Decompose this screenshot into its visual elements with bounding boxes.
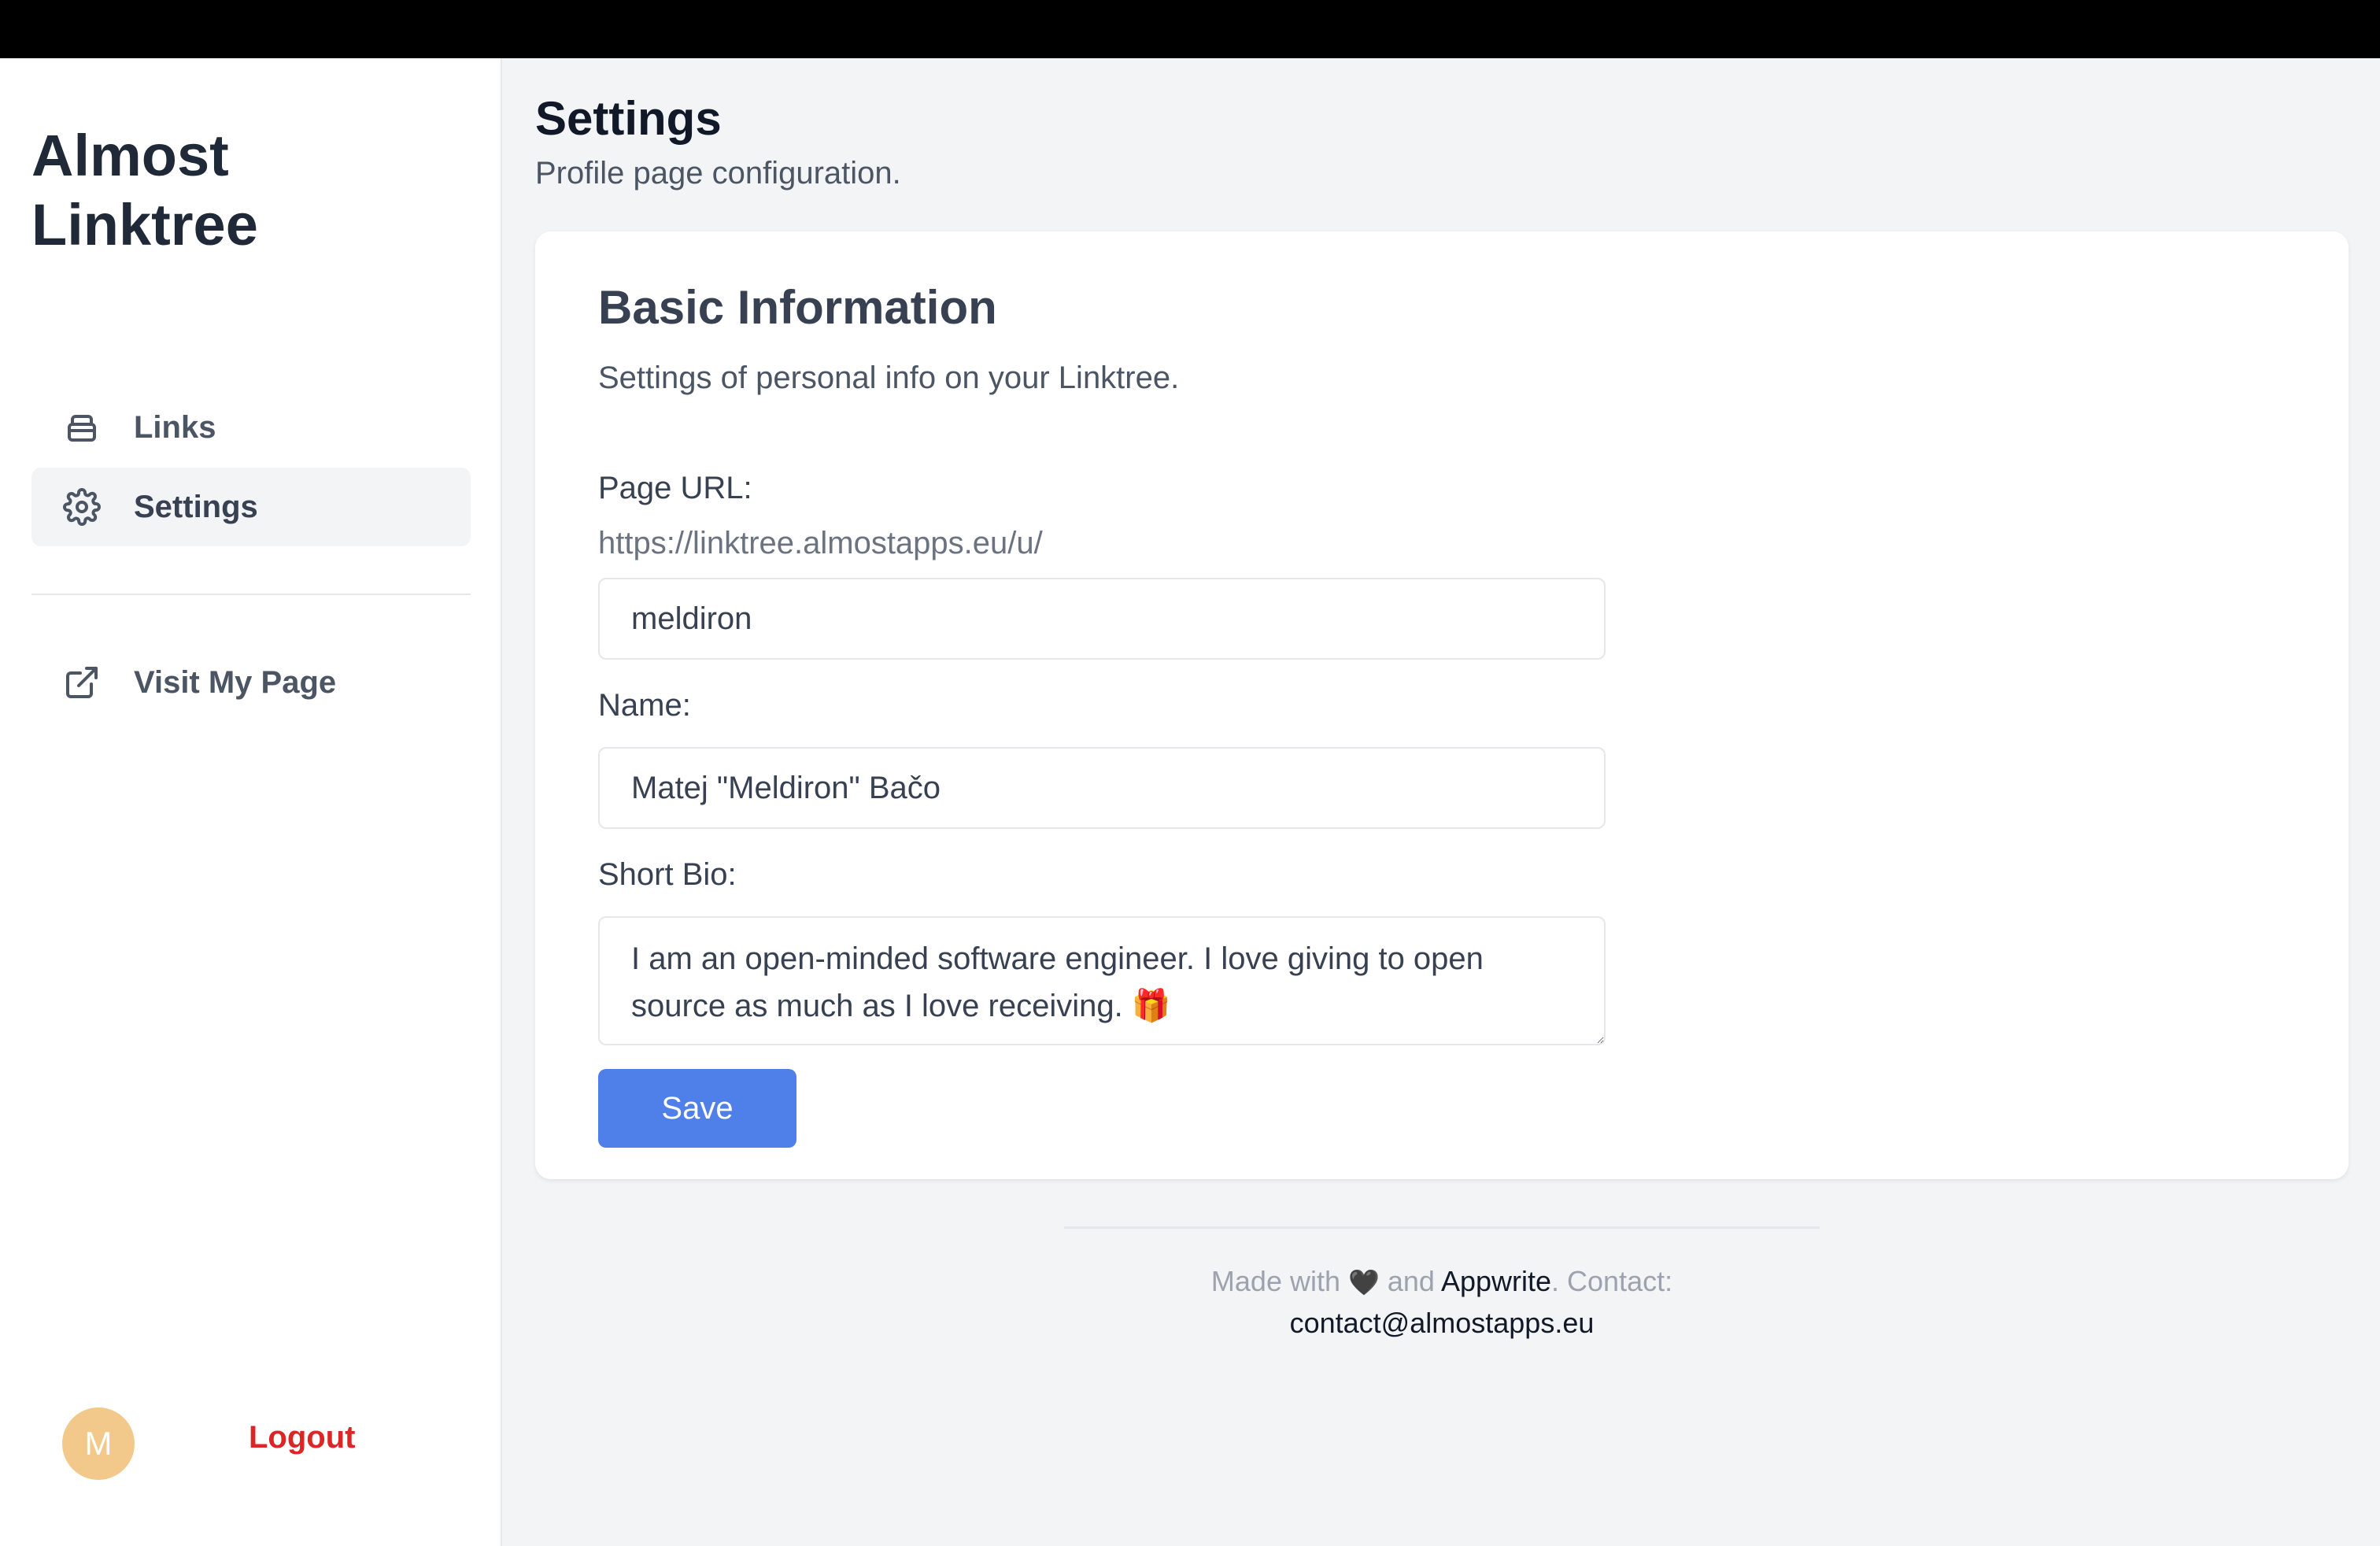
- external-link-icon: [63, 664, 101, 701]
- appwrite-link[interactable]: Appwrite: [1441, 1265, 1551, 1297]
- sidebar-item-label: Links: [134, 409, 216, 445]
- sidebar-item-settings[interactable]: Settings: [31, 468, 471, 546]
- footer-contact-label: . Contact:: [1551, 1265, 1673, 1297]
- gear-icon: [63, 488, 101, 526]
- card-description: Settings of personal info on your Linktr…: [598, 361, 1180, 395]
- heart-icon: 🖤: [1348, 1268, 1380, 1296]
- save-button[interactable]: Save: [598, 1069, 796, 1148]
- sidebar-item-links[interactable]: Links: [31, 388, 471, 467]
- page-url-label: Page URL:: [598, 471, 752, 505]
- brand-line-2: Linktree: [31, 192, 258, 257]
- top-bar: [0, 0, 2380, 58]
- sidebar-item-visit-my-page[interactable]: Visit My Page: [31, 643, 471, 722]
- name-label: Name:: [598, 688, 691, 723]
- name-input[interactable]: [598, 747, 1606, 829]
- footer-divider: [1064, 1226, 1820, 1229]
- page-url-prefix: https://linktree.almostapps.eu/u/: [598, 526, 1043, 560]
- contact-email-link[interactable]: contact@almostapps.eu: [1290, 1307, 1595, 1339]
- archive-icon: [63, 409, 101, 446]
- sidebar: Almost Linktree Links Settings Visit My …: [0, 58, 502, 1546]
- footer-line-1: Made with 🖤 and Appwrite. Contact:: [1023, 1261, 1861, 1303]
- basic-information-card: Basic Information Settings of personal i…: [535, 231, 2349, 1179]
- sidebar-item-label: Visit My Page: [134, 664, 337, 700]
- page-subtitle: Profile page configuration.: [535, 156, 901, 190]
- avatar[interactable]: M: [62, 1407, 135, 1480]
- sidebar-item-label: Settings: [134, 489, 258, 524]
- short-bio-label: Short Bio:: [598, 857, 737, 892]
- short-bio-textarea[interactable]: I am an open-minded software engineer. I…: [598, 916, 1606, 1045]
- footer-made-with: Made with: [1210, 1265, 1340, 1297]
- brand-line-1: Almost: [31, 123, 229, 188]
- page-title: Settings: [535, 92, 722, 145]
- footer-and: and: [1387, 1265, 1435, 1297]
- footer-line-2: contact@almostapps.eu: [1023, 1303, 1861, 1344]
- sidebar-divider: [31, 594, 471, 595]
- footer: Made with 🖤 and Appwrite. Contact: conta…: [1023, 1261, 1861, 1344]
- logout-button[interactable]: Logout: [249, 1420, 356, 1455]
- page-url-input[interactable]: [598, 578, 1606, 660]
- brand-logo[interactable]: Almost Linktree: [31, 121, 472, 260]
- card-title: Basic Information: [598, 281, 997, 334]
